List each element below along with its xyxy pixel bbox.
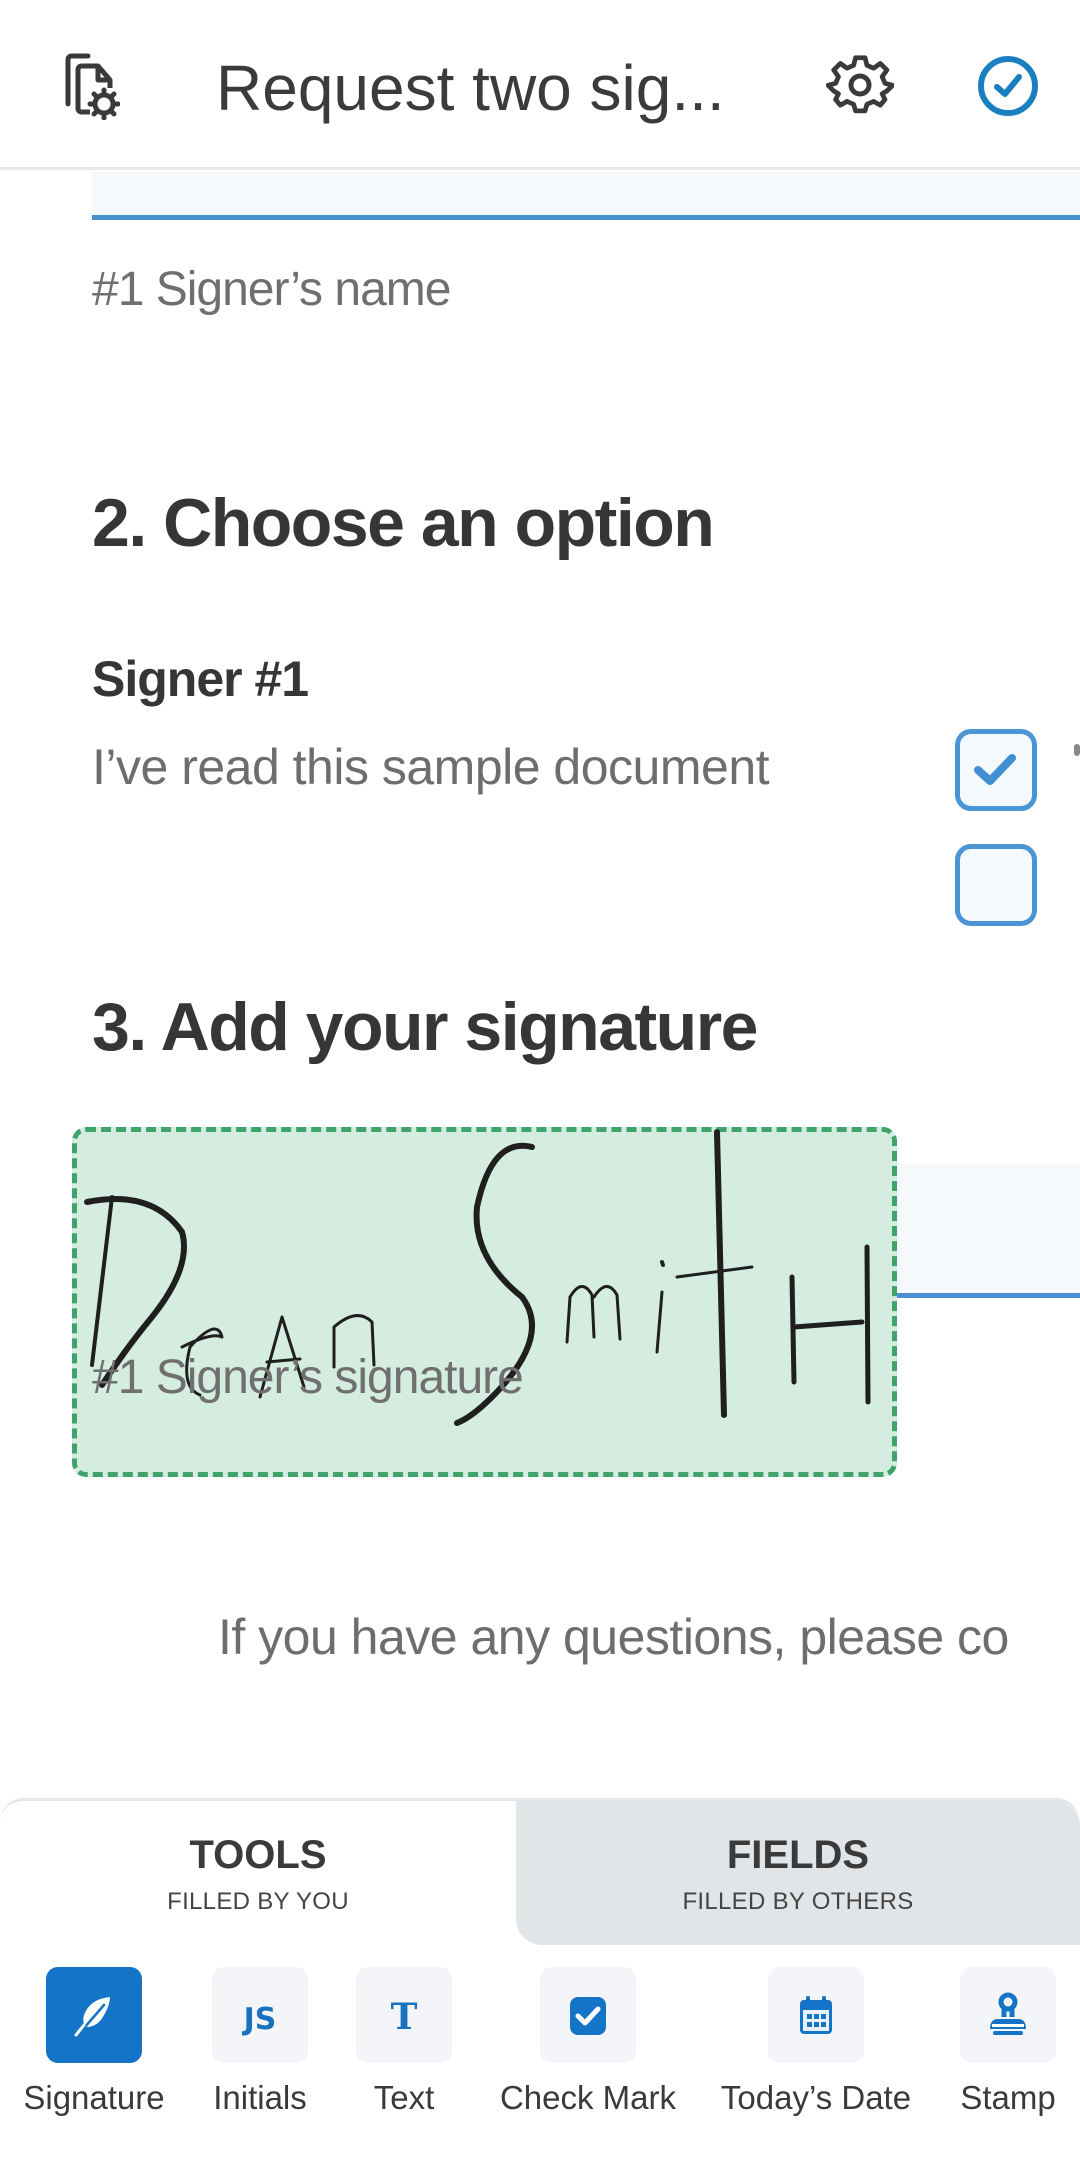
text-t-icon: T (391, 1996, 418, 2038)
section-2-heading: 2. Choose an option (92, 485, 715, 561)
option-checkbox-unchecked[interactable] (955, 844, 1037, 926)
initials-js-icon: JS (242, 2002, 277, 2037)
tab-tools[interactable]: TOOLS FILLED BY YOU (0, 1801, 516, 1945)
stamp-icon (990, 1992, 1026, 2035)
document-settings-icon[interactable] (48, 48, 121, 121)
tool-todays-date-button[interactable] (768, 1967, 864, 2063)
tool-initials-label: Initials (213, 2079, 307, 2116)
signer-name-field[interactable] (92, 172, 1080, 220)
svg-text:T: T (391, 1996, 418, 2038)
tools-row: Signature JS Initials T Text Check Mark … (0, 1967, 1080, 2165)
tools-panel: FIELDS FILLED BY OTHERS TOOLS FILLED BY … (0, 1798, 1080, 2165)
signer-name-caption: #1 Signer’s name (92, 263, 451, 316)
section-3-heading: 3. Add your signature (92, 989, 758, 1065)
tool-text[interactable]: T Text (344, 1967, 464, 2117)
tool-stamp-button[interactable] (960, 1967, 1056, 2063)
calendar-icon (800, 1996, 832, 2034)
option-checkbox-checked[interactable] (955, 729, 1037, 811)
signature-drawing (84, 1129, 871, 1426)
gear-icon[interactable] (825, 52, 895, 120)
tool-signature-button[interactable] (46, 1967, 142, 2063)
tool-check-mark-label: Check Mark (499, 2079, 677, 2116)
signature-field[interactable] (880, 1164, 1080, 1298)
option-text: I’ve read this sample document (92, 739, 770, 795)
tool-stamp[interactable]: Stamp (950, 1967, 1066, 2117)
tab-fields[interactable]: FIELDS FILLED BY OTHERS (516, 1801, 1080, 1945)
cut-off-option-text (1074, 744, 1080, 756)
tool-signature-label: Signature (23, 2079, 165, 2116)
signer-label: Signer #1 (92, 651, 309, 707)
tool-todays-date-label: Today’s Date (720, 2079, 912, 2116)
tool-initials-button[interactable]: JS (212, 1967, 308, 2063)
svg-text:JS: JS (242, 2002, 277, 2037)
tool-text-label: Text (373, 2079, 435, 2116)
tab-tools-label: TOOLS (189, 1833, 327, 1877)
tool-todays-date[interactable]: Today’s Date (714, 1967, 918, 2117)
tool-check-mark-button[interactable] (540, 1967, 636, 2063)
tab-fields-label: FIELDS (726, 1833, 870, 1877)
tool-check-mark[interactable]: Check Mark (494, 1967, 682, 2117)
signer-signature-caption: #1 Signer’s signature (92, 1351, 524, 1404)
signature-box[interactable] (72, 1127, 897, 1477)
check-circle-icon[interactable] (974, 52, 1042, 120)
top-app-bar: Request two sig... (0, 0, 1080, 170)
tool-text-button[interactable]: T (356, 1967, 452, 2063)
checkbox-icon (570, 1997, 606, 2035)
tab-tools-sublabel: FILLED BY YOU (167, 1888, 349, 1915)
document-footer-text: If you have any questions, please co (218, 1609, 1009, 1665)
tool-signature[interactable]: Signature (20, 1967, 168, 2117)
tool-initials[interactable]: JS Initials (202, 1967, 318, 2117)
feather-pen-icon (74, 1997, 110, 2037)
tool-stamp-label: Stamp (960, 2079, 1056, 2116)
tab-fields-sublabel: FILLED BY OTHERS (682, 1888, 914, 1915)
document-viewer[interactable]: #1 Signer’s name 2. Choose an option Sig… (0, 172, 1080, 1800)
document-title: Request two sig... (216, 52, 725, 124)
